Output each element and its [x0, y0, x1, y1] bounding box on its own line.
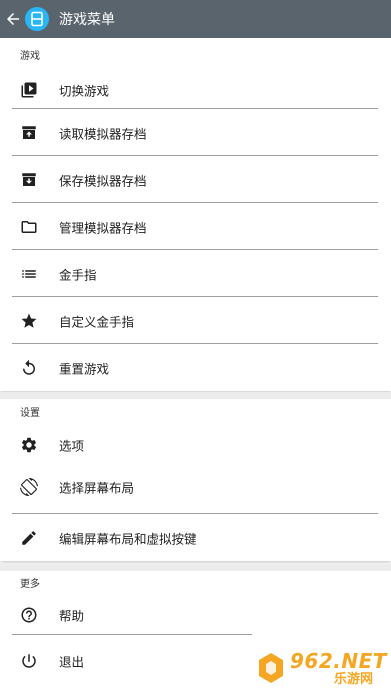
- app-logo-icon: [25, 7, 49, 31]
- watermark-logo: 962.NET 乐游网: [256, 640, 391, 696]
- menu-item-label: 切换游戏: [59, 83, 110, 98]
- pencil-icon: [20, 529, 38, 547]
- menu-item-custom-cheats[interactable]: 自定义金手指: [0, 297, 391, 344]
- section-header-game: 游戏: [20, 51, 40, 62]
- gear-icon: [20, 436, 38, 454]
- power-icon: [20, 652, 38, 670]
- menu-item-load-state[interactable]: 读取模拟器存档: [0, 109, 391, 156]
- section-gap: [0, 564, 391, 571]
- help-icon: [20, 606, 38, 624]
- menu-item-label: 读取模拟器存档: [59, 126, 147, 141]
- menu-item-reset-game[interactable]: 重置游戏: [0, 344, 391, 391]
- star-icon: [20, 312, 38, 330]
- page-title: 游戏菜单: [59, 12, 115, 28]
- menu-item-label: 退出: [59, 654, 85, 670]
- menu-item-label: 自定义金手指: [59, 314, 135, 329]
- menu-item-label: 选择屏幕布局: [59, 480, 135, 496]
- menu-item-label: 管理模拟器存档: [59, 220, 147, 235]
- menu-item-label: 重置游戏: [59, 361, 110, 376]
- menu-item-help[interactable]: 帮助: [0, 599, 391, 631]
- section-gap: [0, 392, 391, 399]
- upload-box-icon: [20, 124, 38, 142]
- app-bar: 游戏菜单: [0, 0, 391, 38]
- menu-item-switch-game[interactable]: 切换游戏: [0, 70, 391, 109]
- back-arrow-icon[interactable]: [2, 8, 24, 30]
- menu-item-label: 帮助: [59, 608, 85, 624]
- folder-icon: [20, 218, 38, 236]
- menu-item-cheats[interactable]: 金手指: [0, 250, 391, 297]
- section-settings: 设置 选项 选择屏幕布局 编辑屏幕布局和虚拟按键: [0, 399, 391, 561]
- divider: [12, 634, 252, 635]
- section-game: 游戏 切换游戏 读取模拟器存档 保存模拟器存档 管理模拟器存档 金手指 自定义金…: [0, 44, 391, 391]
- section-header-settings: 设置: [20, 408, 40, 419]
- menu-item-screen-layout[interactable]: 选择屏幕布局: [0, 460, 391, 514]
- section-header-more: 更多: [20, 579, 40, 590]
- screen-rotation-icon: [20, 478, 38, 496]
- watermark-subtext: 乐游网: [334, 671, 374, 687]
- menu-item-label: 编辑屏幕布局和虚拟按键: [59, 531, 197, 546]
- menu-item-save-state[interactable]: 保存模拟器存档: [0, 156, 391, 203]
- download-box-icon: [20, 171, 38, 189]
- menu-item-edit-layout[interactable]: 编辑屏幕布局和虚拟按键: [0, 514, 391, 561]
- menu-item-label: 保存模拟器存档: [59, 173, 147, 188]
- watermark-text: 962.NET: [290, 648, 387, 673]
- menu-item-manage-states[interactable]: 管理模拟器存档: [0, 203, 391, 250]
- menu-item-label: 金手指: [59, 267, 97, 282]
- menu-item-options[interactable]: 选项: [0, 429, 391, 460]
- watermark-badge-icon: [259, 653, 283, 683]
- menu-item-label: 选项: [59, 438, 85, 453]
- play-library-icon: [20, 81, 38, 99]
- list-icon: [20, 265, 38, 283]
- reset-icon: [20, 359, 38, 377]
